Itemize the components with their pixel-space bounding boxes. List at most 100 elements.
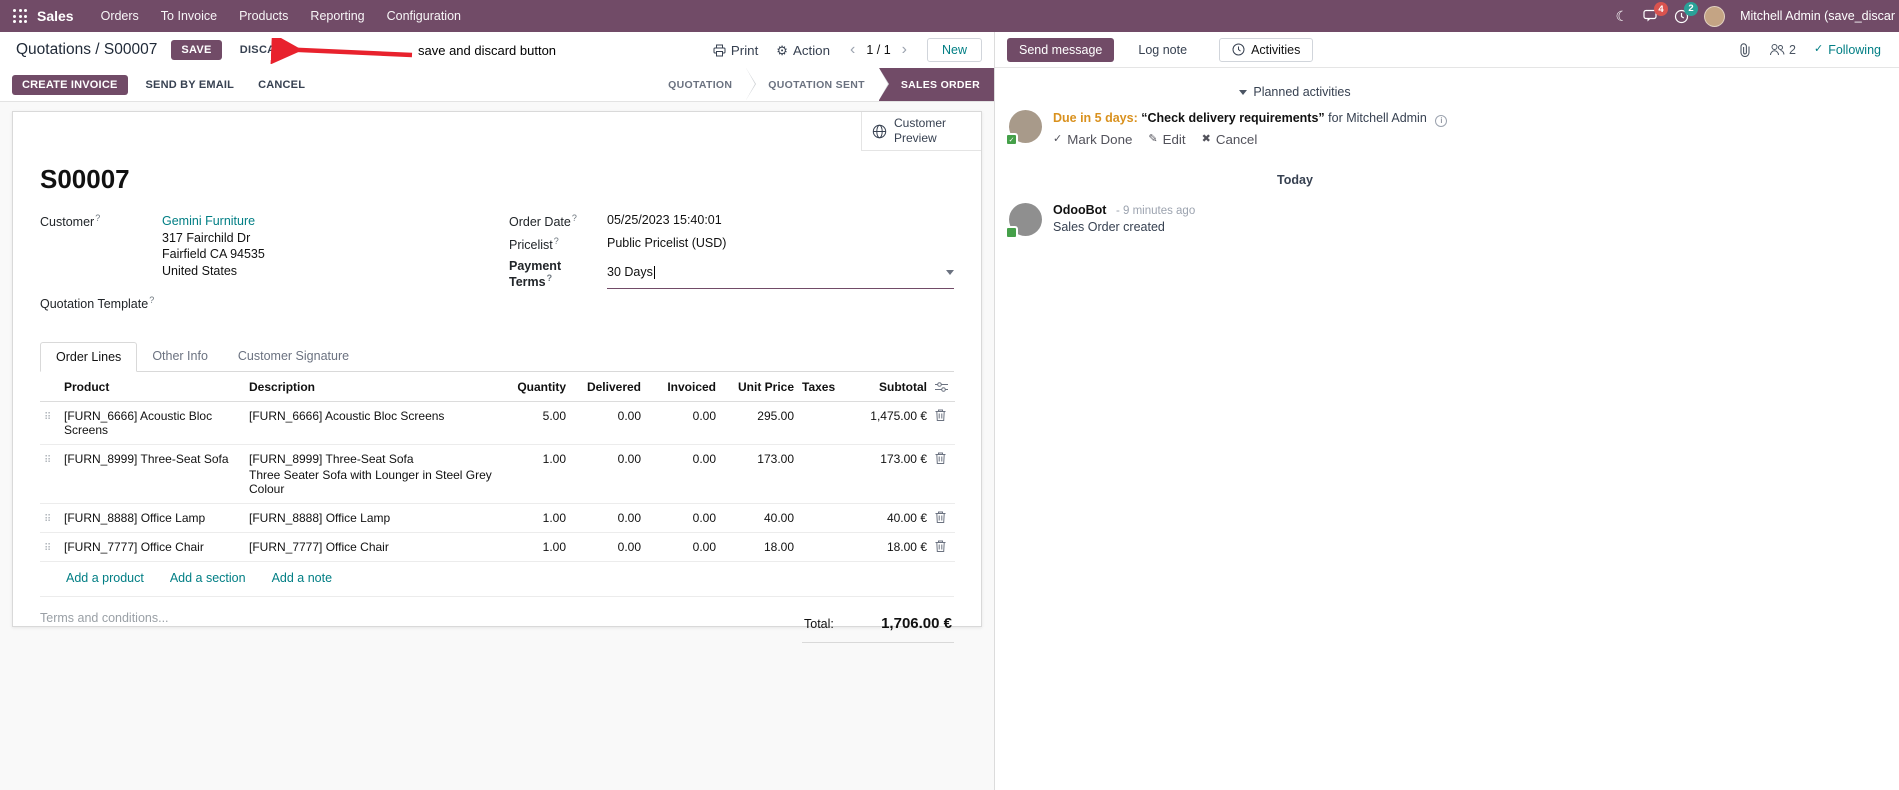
breadcrumb-quotations[interactable]: Quotations bbox=[16, 41, 91, 58]
cell-description[interactable]: [FURN_7777] Office Chair bbox=[245, 532, 500, 563]
tab-other-info[interactable]: Other Info bbox=[137, 342, 223, 371]
customer-link[interactable]: Gemini Furniture bbox=[162, 213, 265, 230]
pricelist-field[interactable]: Public Pricelist (USD) bbox=[607, 236, 726, 252]
cell-taxes[interactable] bbox=[798, 532, 846, 563]
help-marker: ? bbox=[95, 213, 101, 223]
attach-files-button[interactable] bbox=[1739, 42, 1751, 57]
cell-product[interactable]: [FURN_8888] Office Lamp bbox=[60, 503, 245, 534]
total-box: Total: 1,706.00 € bbox=[802, 611, 954, 644]
messages-button[interactable]: 4 bbox=[1643, 2, 1669, 23]
cancel-button[interactable]: CANCEL bbox=[252, 75, 311, 95]
cell-product[interactable]: [FURN_7777] Office Chair bbox=[60, 532, 245, 563]
menu-orders[interactable]: Orders bbox=[90, 0, 150, 32]
action-button[interactable]: ⚙ Action bbox=[776, 43, 830, 58]
add-note-link[interactable]: Add a note bbox=[272, 571, 332, 585]
tab-customer-signature[interactable]: Customer Signature bbox=[223, 342, 364, 371]
cell-invoiced[interactable]: 0.00 bbox=[645, 532, 720, 563]
step-quotation-sent[interactable]: QUOTATION SENT bbox=[746, 68, 889, 101]
mark-done-button[interactable]: ✓ Mark Done bbox=[1053, 132, 1132, 147]
dark-mode-toggle[interactable]: ☾ bbox=[1616, 9, 1629, 23]
save-button[interactable]: SAVE bbox=[171, 40, 222, 60]
cell-delivered[interactable]: 0.00 bbox=[570, 401, 645, 446]
following-button[interactable]: ✓ Following bbox=[1814, 43, 1881, 57]
topbar-right: ☾ 4 2 Mitchell Admin (save_discar bbox=[1616, 1, 1899, 27]
customer-preview-button[interactable]: Customer Preview bbox=[861, 112, 981, 151]
drag-handle-icon[interactable]: ⠿ bbox=[44, 455, 51, 466]
cell-quantity[interactable]: 1.00 bbox=[500, 444, 570, 505]
tab-order-lines[interactable]: Order Lines bbox=[40, 342, 138, 373]
create-invoice-button[interactable]: CREATE INVOICE bbox=[12, 74, 128, 95]
dropdown-caret-icon[interactable] bbox=[946, 269, 954, 275]
payment-terms-field[interactable]: 30 Days bbox=[607, 259, 954, 290]
menu-reporting[interactable]: Reporting bbox=[299, 0, 375, 32]
app-name[interactable]: Sales bbox=[37, 8, 74, 24]
send-message-button[interactable]: Send message bbox=[1007, 37, 1115, 62]
delete-row-button[interactable] bbox=[935, 409, 951, 422]
user-avatar[interactable] bbox=[1704, 5, 1726, 27]
menu-to-invoice[interactable]: To Invoice bbox=[150, 0, 228, 32]
cell-unit-price[interactable]: 40.00 bbox=[720, 503, 798, 534]
followers-button[interactable]: 2 bbox=[1769, 43, 1796, 57]
customer-preview-label: Customer Preview bbox=[894, 116, 947, 145]
cell-description[interactable]: [FURN_8999] Three-Seat Sofa Three Seater… bbox=[245, 444, 500, 505]
mark-done-label: Mark Done bbox=[1067, 132, 1133, 147]
cell-invoiced[interactable]: 0.00 bbox=[645, 444, 720, 505]
send-by-email-button[interactable]: SEND BY EMAIL bbox=[140, 75, 241, 95]
activities-tab-button[interactable]: Activities bbox=[1219, 37, 1314, 62]
planned-activities-toggle[interactable]: Planned activities bbox=[995, 76, 1595, 106]
cell-product[interactable]: [FURN_6666] Acoustic Bloc Screens bbox=[60, 401, 245, 446]
cell-taxes[interactable] bbox=[798, 503, 846, 534]
cell-unit-price[interactable]: 18.00 bbox=[720, 532, 798, 563]
log-note-button[interactable]: Log note bbox=[1132, 38, 1193, 62]
table-row: ⠿ [FURN_8999] Three-Seat Sofa [FURN_8999… bbox=[40, 444, 955, 505]
new-button[interactable]: New bbox=[926, 38, 982, 62]
discard-button[interactable]: DISCARD bbox=[234, 40, 298, 60]
delete-row-button[interactable] bbox=[935, 540, 951, 553]
paperclip-icon bbox=[1740, 42, 1750, 57]
terms-and-conditions-field[interactable]: Terms and conditions... bbox=[40, 611, 169, 643]
menu-configuration[interactable]: Configuration bbox=[376, 0, 472, 32]
payment-terms-label: Payment Terms? bbox=[509, 259, 562, 290]
header-delivered: Delivered bbox=[570, 372, 645, 403]
add-product-link[interactable]: Add a product bbox=[66, 571, 144, 585]
cell-quantity[interactable]: 1.00 bbox=[500, 532, 570, 563]
cell-delivered[interactable]: 0.00 bbox=[570, 503, 645, 534]
step-sales-order[interactable]: SALES ORDER bbox=[878, 68, 994, 101]
step-quotation[interactable]: QUOTATION bbox=[646, 68, 757, 101]
user-menu[interactable]: Mitchell Admin (save_discar bbox=[1740, 9, 1895, 23]
drag-handle-icon[interactable]: ⠿ bbox=[44, 543, 51, 554]
drag-handle-icon[interactable]: ⠿ bbox=[44, 412, 51, 423]
cell-quantity[interactable]: 1.00 bbox=[500, 503, 570, 534]
check-icon: ✓ bbox=[1813, 43, 1824, 55]
cell-description[interactable]: [FURN_6666] Acoustic Bloc Screens bbox=[245, 401, 500, 446]
cell-description[interactable]: [FURN_8888] Office Lamp bbox=[245, 503, 500, 534]
cell-taxes[interactable] bbox=[798, 444, 846, 505]
cell-taxes[interactable] bbox=[798, 401, 846, 446]
pager-value: 1 / 1 bbox=[866, 43, 891, 57]
cell-invoiced[interactable]: 0.00 bbox=[645, 503, 720, 534]
drag-handle-icon[interactable]: ⠿ bbox=[44, 514, 51, 525]
cell-delivered[interactable]: 0.00 bbox=[570, 532, 645, 563]
cell-unit-price[interactable]: 173.00 bbox=[720, 444, 798, 505]
followers-count: 2 bbox=[1789, 42, 1796, 57]
pager-next-icon[interactable]: › bbox=[900, 42, 909, 58]
cell-subtotal: 173.00 € bbox=[846, 444, 931, 505]
cell-delivered[interactable]: 0.00 bbox=[570, 444, 645, 505]
activities-button[interactable]: 2 bbox=[1674, 1, 1699, 24]
menu-products[interactable]: Products bbox=[228, 0, 299, 32]
optional-columns-icon[interactable] bbox=[935, 381, 948, 393]
cell-quantity[interactable]: 5.00 bbox=[500, 401, 570, 446]
delete-row-button[interactable] bbox=[935, 511, 951, 524]
cell-invoiced[interactable]: 0.00 bbox=[645, 401, 720, 446]
edit-activity-button[interactable]: ✎ Edit bbox=[1148, 132, 1185, 147]
add-section-link[interactable]: Add a section bbox=[170, 571, 246, 585]
apps-menu-icon[interactable] bbox=[13, 9, 27, 23]
cell-unit-price[interactable]: 295.00 bbox=[720, 401, 798, 446]
cancel-activity-button[interactable]: ✖ Cancel bbox=[1202, 132, 1258, 147]
print-button[interactable]: Print bbox=[713, 43, 758, 58]
order-date-field[interactable]: 05/25/2023 15:40:01 bbox=[607, 213, 722, 229]
delete-row-button[interactable] bbox=[935, 452, 951, 465]
info-icon[interactable]: i bbox=[1435, 114, 1448, 127]
cell-product[interactable]: [FURN_8999] Three-Seat Sofa bbox=[60, 444, 245, 505]
pager-previous-icon[interactable]: ‹ bbox=[848, 42, 857, 58]
